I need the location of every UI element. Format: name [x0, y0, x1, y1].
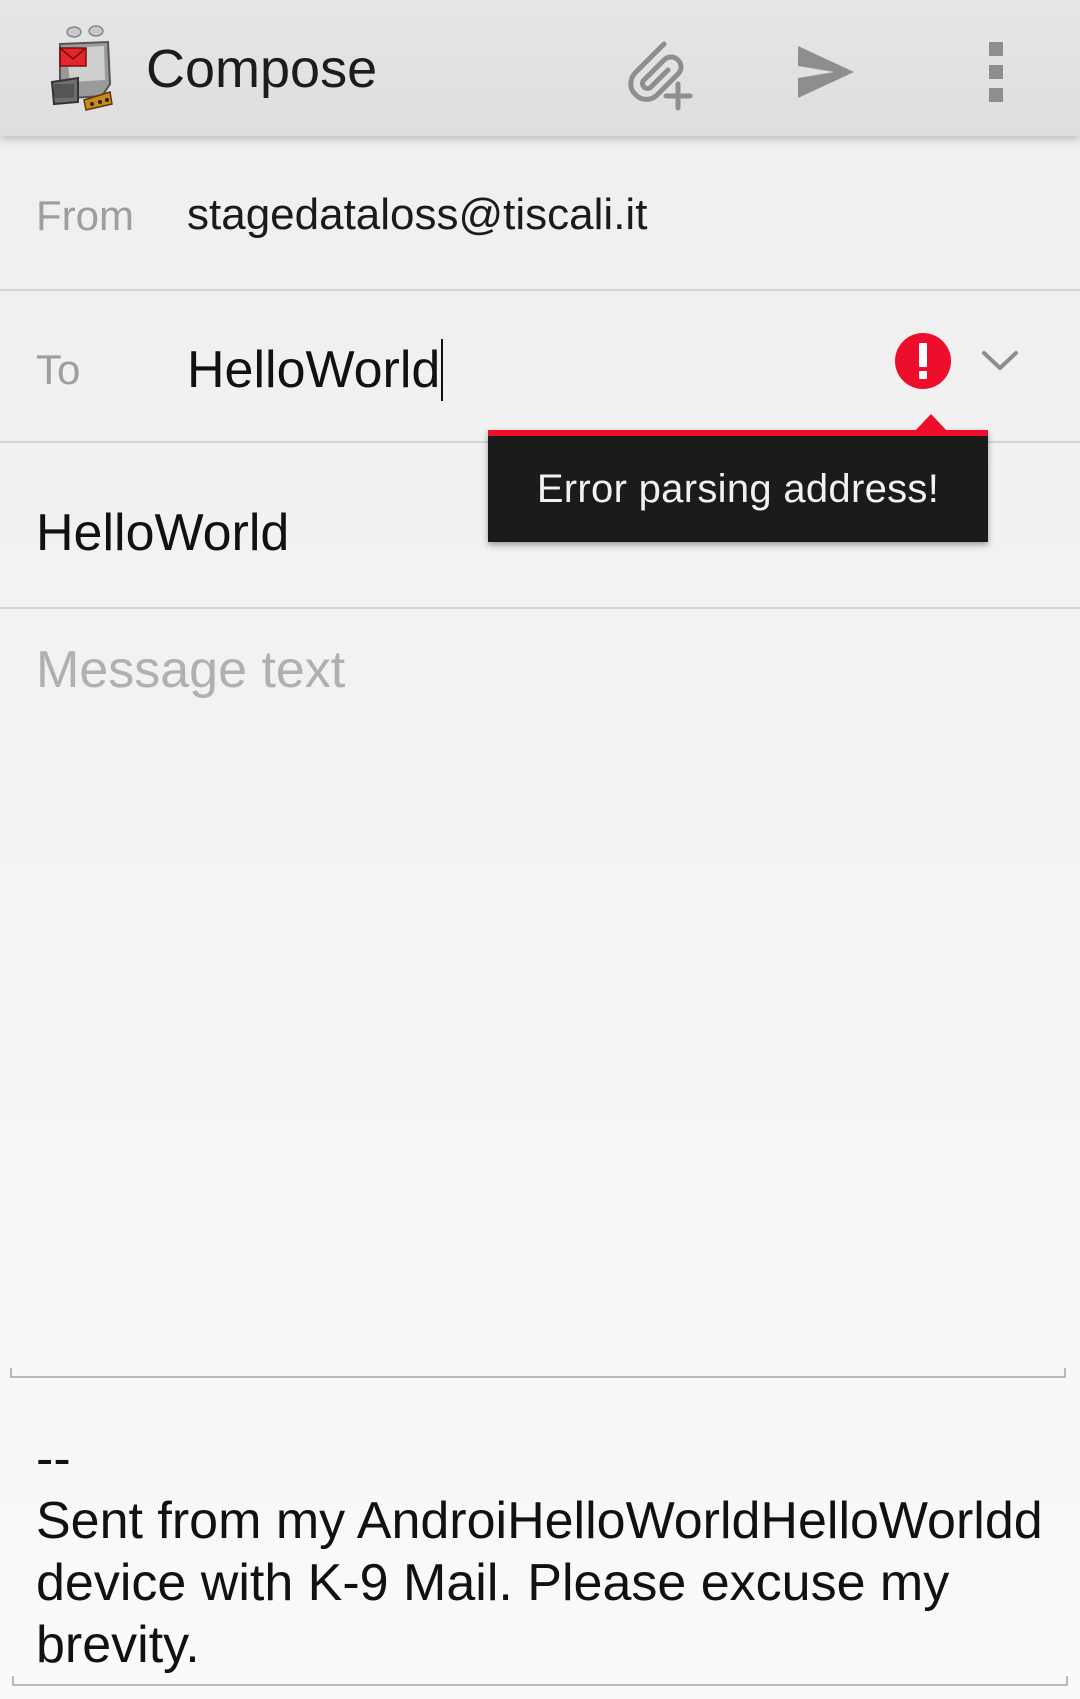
to-label: To	[36, 346, 81, 393]
more-vert-icon	[989, 42, 1003, 102]
action-bar: Compose	[0, 0, 1080, 136]
more-options-button[interactable]	[948, 24, 1044, 120]
to-field[interactable]: HelloWorld	[187, 339, 867, 401]
signature-text[interactable]: -- Sent from my AndroiHelloWorldHelloWor…	[36, 1428, 1056, 1676]
page-title: Compose	[146, 39, 378, 99]
from-account-selector[interactable]: stagedataloss@tiscali.it	[187, 190, 647, 240]
to-field-value: HelloWorld	[187, 339, 444, 401]
tooltip-arrow	[914, 414, 948, 432]
chevron-down-icon	[982, 351, 1018, 370]
send-button[interactable]	[778, 24, 874, 120]
from-label: From	[36, 192, 134, 239]
error-tooltip-text: Error parsing address!	[536, 466, 940, 511]
attach-button[interactable]	[612, 24, 708, 120]
error-icon[interactable]	[893, 331, 953, 391]
message-text-field[interactable]	[36, 640, 1036, 1360]
expand-recipients-button[interactable]	[970, 331, 1030, 391]
send-icon	[798, 46, 854, 98]
error-tooltip: Error parsing address!	[488, 430, 988, 542]
signature-bottom-divider	[12, 1676, 1068, 1686]
attach-file-icon	[628, 41, 693, 111]
from-row: From stagedataloss@tiscali.it	[0, 136, 1080, 291]
signature-top-divider	[10, 1368, 1066, 1378]
subject-field[interactable]: HelloWorld	[36, 503, 289, 563]
k9-mail-logo-icon[interactable]	[44, 22, 124, 114]
